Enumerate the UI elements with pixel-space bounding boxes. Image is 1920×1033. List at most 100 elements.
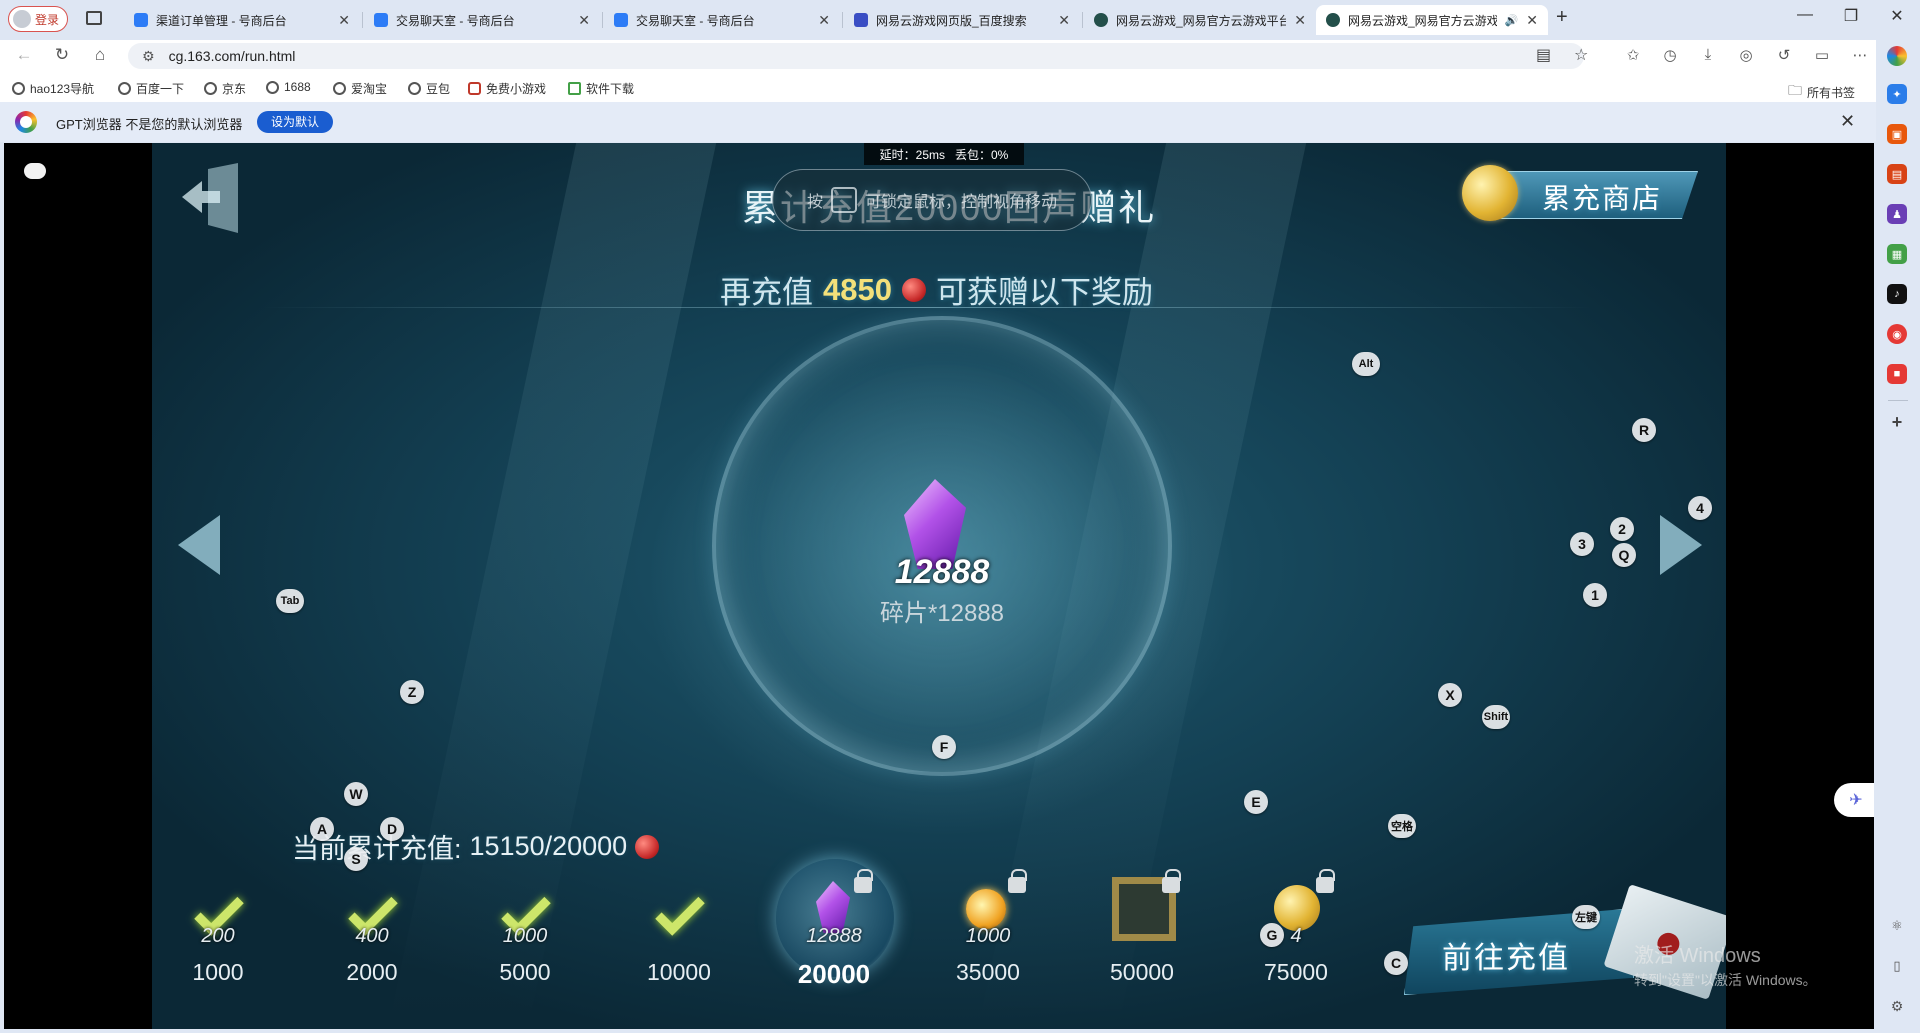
sidebar-bird-icon[interactable]: ✦ bbox=[1887, 84, 1907, 104]
key-3[interactable]: 3 bbox=[1570, 532, 1594, 556]
close-icon[interactable]: ✕ bbox=[1058, 12, 1070, 29]
new-tab-button[interactable]: + bbox=[1556, 6, 1568, 29]
bookmarks-bar: hao123导航 百度一下 京东 1688 爱淘宝 豆包 免费小游戏 软件下载 … bbox=[0, 72, 1920, 102]
bookmark-1688[interactable]: 1688 bbox=[266, 80, 311, 94]
sidebar-weibo-icon[interactable]: ◉ bbox=[1887, 324, 1907, 344]
sidebar-ai-icon[interactable]: ⚛ bbox=[1887, 916, 1907, 936]
undo-icon[interactable]: ↺ bbox=[1773, 46, 1795, 64]
back-button[interactable]: ← bbox=[12, 45, 36, 65]
milestone-20000-selected[interactable]: 12888 20000 bbox=[774, 859, 894, 1013]
milestone-reward: 400 bbox=[355, 925, 389, 947]
close-icon[interactable]: ✕ bbox=[1526, 12, 1538, 29]
latency-text: 延时：25ms bbox=[879, 147, 945, 162]
key-left-click[interactable]: 左键 bbox=[1572, 905, 1600, 929]
tab-1[interactable]: 渠道订单管理 - 号商后台 ✕ bbox=[124, 5, 360, 35]
sidebar-panel-icon[interactable]: ▯ bbox=[1887, 956, 1907, 976]
download-icon[interactable]: ⤓ bbox=[1697, 46, 1719, 63]
tab-list-icon[interactable] bbox=[86, 11, 102, 25]
next-arrow-icon[interactable] bbox=[1660, 515, 1702, 575]
key-4[interactable]: 4 bbox=[1688, 496, 1712, 520]
key-tab[interactable]: Tab bbox=[276, 589, 304, 613]
key-g[interactable]: G bbox=[1260, 923, 1284, 947]
milestone-50000[interactable]: 50000 bbox=[1082, 863, 1202, 1013]
key-f[interactable]: F bbox=[932, 735, 956, 759]
key-alt[interactable]: Alt bbox=[1352, 352, 1380, 376]
bookmark-aitaobao[interactable]: 爱淘宝 bbox=[333, 80, 387, 97]
set-default-button[interactable]: 设为默认 bbox=[257, 111, 334, 133]
bookmark-baidu[interactable]: 百度一下 bbox=[118, 80, 184, 97]
bookmark-doubao[interactable]: 豆包 bbox=[408, 80, 450, 97]
address-bar[interactable]: ⚙ cg.163.com/run.html bbox=[128, 43, 1584, 69]
key-s[interactable]: S bbox=[344, 847, 368, 871]
close-icon[interactable]: ✕ bbox=[338, 12, 350, 29]
sidebar-tiktok-icon[interactable]: ♪ bbox=[1887, 284, 1907, 304]
bookmark-free-games[interactable]: 免费小游戏 bbox=[468, 80, 546, 97]
reading-mode-icon[interactable]: ▤ bbox=[1536, 45, 1551, 65]
sidebar-toolbox-icon[interactable]: ▤ bbox=[1887, 164, 1907, 184]
sidebar-news-icon[interactable]: ■ bbox=[1887, 364, 1907, 384]
sidebar-office-icon[interactable]: ▣ bbox=[1887, 124, 1907, 144]
sidebar-add-icon[interactable]: + bbox=[1887, 412, 1907, 432]
milestone-1000[interactable]: 200 1000 bbox=[158, 863, 278, 1013]
profile-button[interactable]: 登录 bbox=[8, 6, 69, 32]
milestone-value: 75000 bbox=[1264, 959, 1328, 985]
exit-door-icon[interactable] bbox=[180, 163, 250, 233]
favorites-icon[interactable]: ✩ bbox=[1622, 46, 1644, 64]
key-w[interactable]: W bbox=[344, 782, 368, 806]
screenshot-icon[interactable]: ◎ bbox=[1735, 46, 1757, 64]
key-e[interactable]: E bbox=[1244, 790, 1268, 814]
key-c[interactable]: C bbox=[1384, 951, 1408, 975]
more-menu-icon[interactable]: ⋯ bbox=[1849, 46, 1871, 64]
sidebar-app-icon[interactable] bbox=[1887, 46, 1907, 66]
key-x[interactable]: X bbox=[1438, 683, 1462, 707]
prev-arrow-icon[interactable] bbox=[178, 515, 220, 575]
tab-3[interactable]: 交易聊天室 - 号商后台 ✕ bbox=[604, 5, 840, 35]
key-space[interactable]: 空格 bbox=[1388, 814, 1416, 838]
key-q[interactable]: Q bbox=[1612, 543, 1636, 567]
sidebar-settings-icon[interactable]: ⚙ bbox=[1887, 996, 1907, 1016]
bookmarks-folder[interactable]: 🗀 所有书签 bbox=[1788, 80, 1855, 104]
tab-5[interactable]: 网易云游戏_网易官方云游戏平台 ✕ bbox=[1084, 5, 1316, 35]
close-icon[interactable]: ✕ bbox=[1294, 12, 1306, 29]
bookmark-software[interactable]: 软件下载 bbox=[568, 80, 634, 97]
wallet-icon[interactable]: ▭ bbox=[1811, 46, 1833, 64]
key-r[interactable]: R bbox=[1632, 418, 1656, 442]
reload-button[interactable]: ↻ bbox=[50, 45, 74, 65]
site-info-icon[interactable]: ⚙ bbox=[142, 48, 155, 65]
restore-button[interactable]: ❐ bbox=[1828, 6, 1874, 26]
history-icon[interactable]: ◷ bbox=[1659, 46, 1681, 64]
globe-icon bbox=[408, 82, 421, 95]
key-z[interactable]: Z bbox=[400, 680, 424, 704]
recharge-shop-button[interactable]: 累充商店 bbox=[1462, 165, 1702, 227]
home-button[interactable]: ⌂ bbox=[88, 45, 112, 65]
key-a[interactable]: A bbox=[310, 817, 334, 841]
floating-assistant-button[interactable]: ✈ bbox=[1834, 783, 1874, 817]
infobar-close-icon[interactable]: ✕ bbox=[1840, 111, 1855, 132]
close-icon[interactable]: ✕ bbox=[818, 12, 830, 29]
milestone-75000[interactable]: 4 75000 bbox=[1236, 863, 1356, 1013]
tab-2[interactable]: 交易聊天室 - 号商后台 ✕ bbox=[364, 5, 600, 35]
tab-4[interactable]: 网易云游戏网页版_百度搜索 ✕ bbox=[844, 5, 1080, 35]
bookmark-jd[interactable]: 京东 bbox=[204, 80, 246, 97]
milestone-35000[interactable]: 1000 35000 bbox=[928, 863, 1048, 1013]
close-icon[interactable]: ✕ bbox=[578, 12, 590, 29]
speaker-icon[interactable]: 🔊 bbox=[1505, 14, 1519, 27]
stage-menu-icon[interactable] bbox=[24, 163, 46, 179]
minimize-button[interactable]: — bbox=[1782, 6, 1828, 24]
key-d[interactable]: D bbox=[380, 817, 404, 841]
key-1[interactable]: 1 bbox=[1583, 583, 1607, 607]
tab-6-active[interactable]: 网易云游戏_网易官方云游戏 🔊 ✕ bbox=[1316, 5, 1548, 35]
milestone-2000[interactable]: 400 2000 bbox=[312, 863, 432, 1013]
bookmark-star-icon[interactable]: ☆ bbox=[1574, 45, 1588, 65]
windows-activation-watermark: 激活 Windows 转到"设置"以激活 Windows。 bbox=[1634, 939, 1817, 990]
bookmark-hao123[interactable]: hao123导航 bbox=[12, 80, 94, 97]
sidebar-game-icon[interactable]: ♟ bbox=[1887, 204, 1907, 224]
key-2[interactable]: 2 bbox=[1610, 517, 1634, 541]
milestone-5000[interactable]: 1000 5000 bbox=[465, 863, 585, 1013]
window-close-button[interactable]: ✕ bbox=[1874, 6, 1920, 26]
game-canvas[interactable]: 累计充值20000回声赠礼 按 可锁定鼠标，控制视角移动 延时：25ms 丢包：… bbox=[152, 143, 1726, 1029]
go-recharge-button[interactable]: 前往充值 bbox=[1404, 909, 1634, 995]
sidebar-apps-icon[interactable]: ▦ bbox=[1887, 244, 1907, 264]
key-shift[interactable]: Shift bbox=[1482, 705, 1510, 729]
milestone-10000[interactable]: 10000 bbox=[619, 863, 739, 1013]
